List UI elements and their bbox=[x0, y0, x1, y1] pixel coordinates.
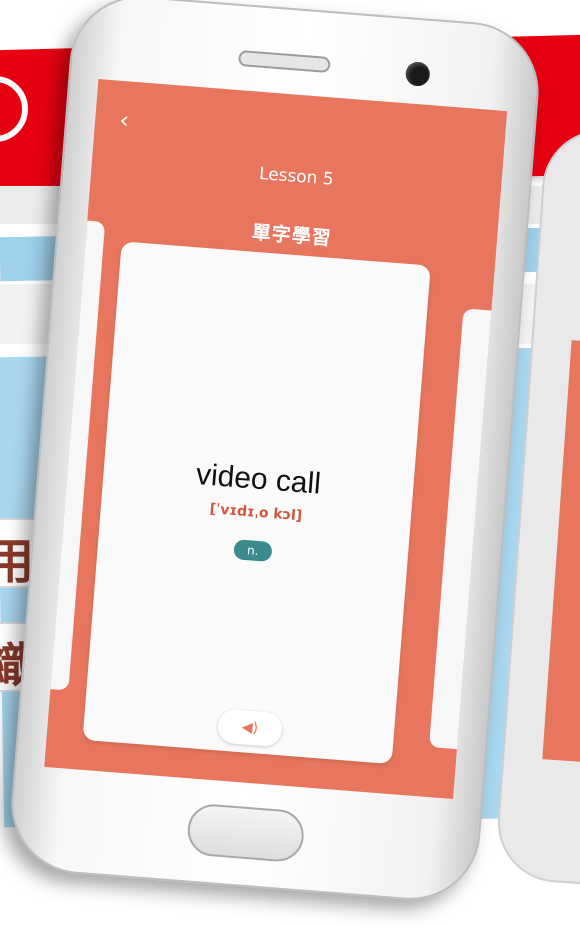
home-button[interactable] bbox=[185, 802, 306, 864]
flashcard[interactable]: video call [ˈvɪdɪˌo kɔl] n. bbox=[82, 241, 431, 765]
app-screen: ‹ Lesson 5 單字學習 video call [ˈvɪdɪˌo kɔl]… bbox=[44, 79, 508, 800]
phone-mockup: ‹ Lesson 5 單字學習 video call [ˈvɪdɪˌo kɔl]… bbox=[6, 0, 544, 906]
back-button[interactable]: ‹ bbox=[108, 104, 140, 136]
secondary-phone-screen bbox=[542, 340, 580, 767]
speaker-icon: ◀) bbox=[241, 719, 259, 737]
chevron-left-icon: ‹ bbox=[118, 105, 131, 135]
lesson-title: Lesson 5 bbox=[258, 163, 335, 190]
part-of-speech-badge: n. bbox=[233, 539, 273, 563]
play-audio-button[interactable]: ◀) bbox=[216, 708, 284, 748]
